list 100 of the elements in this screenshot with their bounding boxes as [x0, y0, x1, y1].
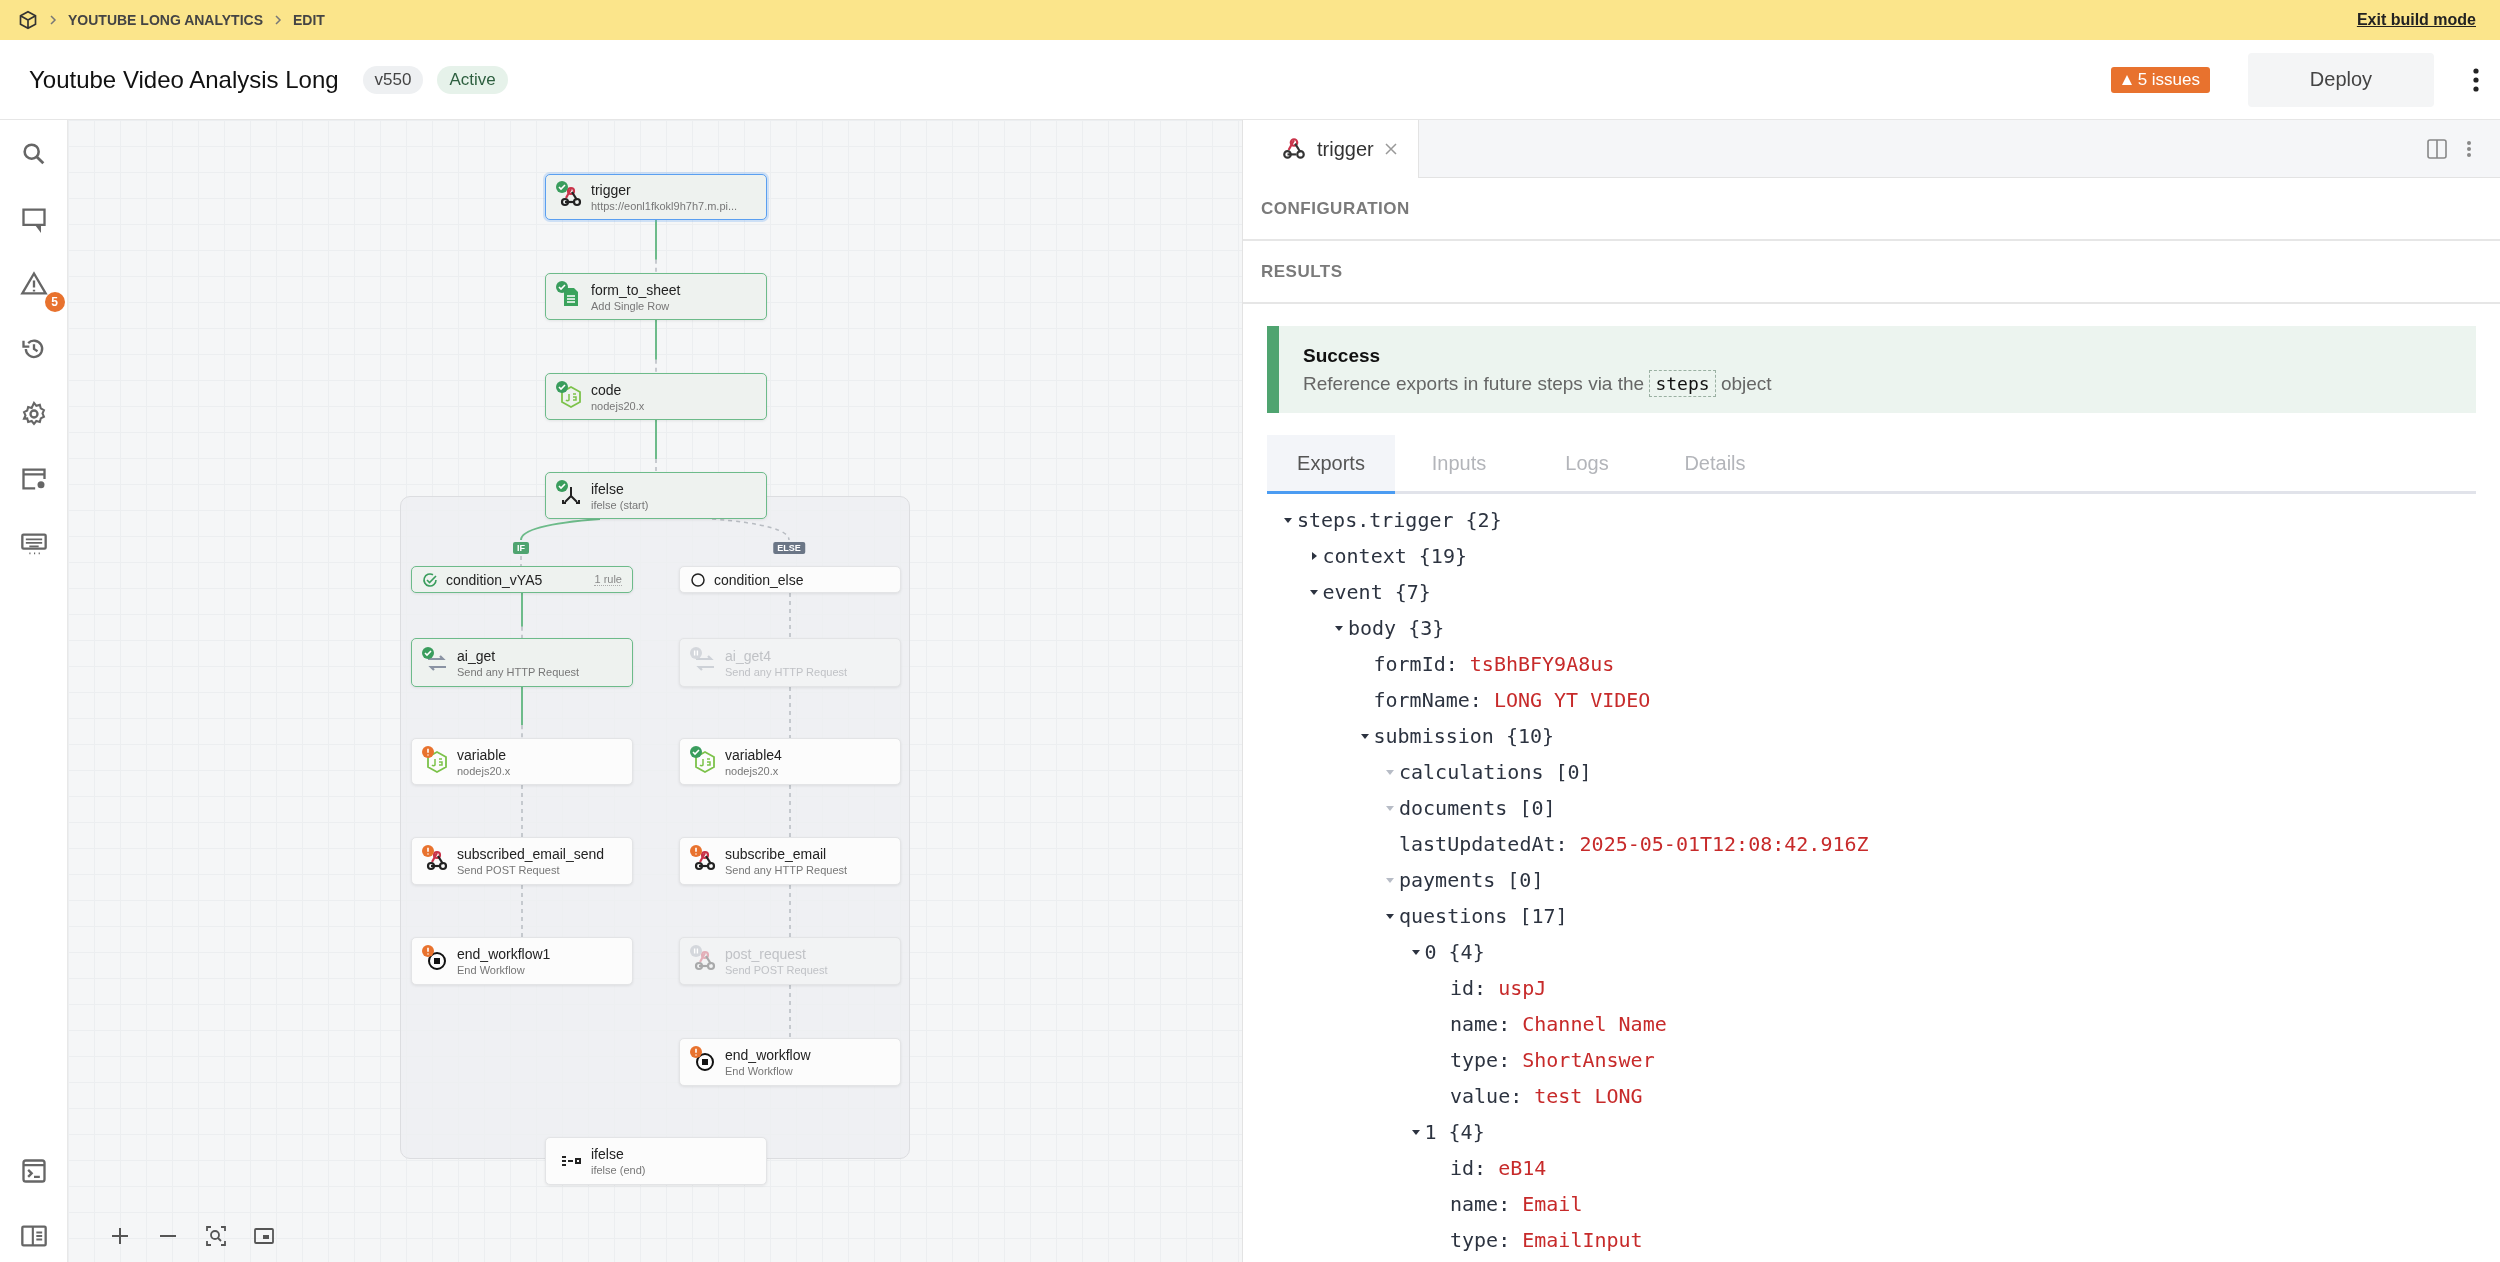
workflow-step[interactable]: end_workflow End Workflow: [679, 1038, 901, 1086]
connector-line: [521, 884, 523, 938]
step-name: end_workflow1: [457, 946, 551, 962]
connector-line: [789, 884, 791, 938]
branch-label: ELSE: [773, 542, 805, 554]
stop-icon: [425, 949, 449, 973]
step-subtitle: End Workflow: [725, 1065, 794, 1077]
item-count: {4}: [1448, 940, 1485, 964]
cube-icon[interactable]: [18, 10, 38, 30]
alert-title: Success: [1303, 344, 1382, 367]
tree-key: type:: [1450, 1048, 1511, 1072]
caret-down-icon[interactable]: [1410, 947, 1421, 957]
tree-key: formId:: [1373, 652, 1458, 676]
workflow-step[interactable]: variable nodejs20.x: [411, 738, 633, 785]
step-name: variable: [457, 746, 508, 763]
section-header[interactable]: CONFIGURATION: [1243, 178, 2500, 241]
tree-value: eB14: [1498, 1156, 1547, 1180]
step-name: form_to_sheet: [591, 281, 681, 298]
workflow-step[interactable]: ifelse ifelse (end): [545, 1137, 767, 1185]
count-badge: 5: [44, 292, 65, 312]
tree-key: submission: [1373, 724, 1494, 748]
webhook-icon: [425, 849, 449, 873]
terminal-icon[interactable]: [19, 1157, 48, 1185]
caret-down-icon[interactable]: [1359, 731, 1370, 741]
webhook-icon: [559, 185, 583, 209]
item-count: {3}: [1408, 616, 1445, 640]
tree-key: body: [1348, 616, 1397, 640]
caret-down-icon[interactable]: [1410, 1127, 1421, 1137]
connector-line: [789, 784, 791, 838]
breadcrumb-item[interactable]: YOUTUBE LONG ANALYTICS: [68, 12, 263, 28]
item-count: {10}: [1505, 724, 1555, 748]
step-name: end_workflow: [725, 1047, 811, 1063]
caret-down-icon[interactable]: [1385, 911, 1395, 921]
alert-message: Reference exports in future steps via the steps object: [1303, 372, 2476, 395]
workflow-step[interactable]: ai_get Send any HTTP Request: [411, 638, 633, 687]
step-subtitle: Send any HTTP Request: [725, 864, 848, 876]
item-count: {4}: [1448, 1120, 1485, 1144]
workflow-step[interactable]: form_to_sheet Add Single Row: [545, 273, 767, 320]
split-view-icon[interactable]: [2426, 137, 2448, 160]
condition-node[interactable]: condition_else: [679, 566, 901, 593]
item-count: {2}: [1465, 508, 1502, 532]
step-subtitle: nodejs20.x: [725, 764, 780, 777]
tree-key: 1: [1424, 1120, 1437, 1144]
hexagon-icon: [425, 749, 449, 774]
close-icon[interactable]: [1383, 142, 1398, 156]
workflow-step[interactable]: end_workflow1 End Workflow: [411, 937, 633, 985]
tree-key: id:: [1450, 976, 1487, 1000]
connector-line: [655, 319, 657, 374]
result-tab[interactable]: Exports: [1267, 435, 1395, 494]
workflow-step[interactable]: ifelse ifelse (start): [545, 472, 767, 519]
step-subtitle: Send any HTTP Request: [457, 665, 580, 678]
workflow-step[interactable]: subscribe_email Send any HTTP Request: [679, 837, 901, 885]
connector-line: [789, 984, 791, 1039]
warning-icon[interactable]: [19, 270, 48, 298]
version-tag: v550: [362, 65, 424, 94]
tree-key: calculations: [1399, 760, 1544, 784]
workflow-title: Youtube Video Analysis Long: [29, 65, 339, 94]
workflow-step[interactable]: code nodejs20.x: [545, 373, 767, 420]
tree-key: questions: [1399, 904, 1508, 928]
breadcrumb-item[interactable]: EDIT: [293, 12, 325, 28]
chevron-icon: [48, 14, 58, 26]
more-icon[interactable]: [2472, 66, 2480, 93]
condition-node[interactable]: condition_vYA5 1 rule: [411, 566, 633, 593]
webhook-icon: [1281, 136, 1307, 162]
step-name: subscribed_email_send: [457, 846, 605, 862]
deploy-button[interactable]: Deploy: [2248, 52, 2434, 107]
tree-key: name:: [1450, 1192, 1511, 1216]
webhook-icon: [693, 849, 717, 873]
branch-label: IF: [513, 542, 529, 554]
connector-line: [789, 592, 791, 639]
tree-value: test LONG: [1534, 1084, 1643, 1108]
tree-key: type:: [1450, 1228, 1511, 1252]
workflow-step[interactable]: subscribed_email_send Send POST Request: [411, 837, 633, 885]
item-count: [0]: [1519, 796, 1556, 820]
workflow-step[interactable]: trigger https://eonl1fkokl9h7h7.m.pi...: [545, 174, 767, 220]
step-subtitle: Send POST Request: [457, 864, 561, 876]
stop-icon: [693, 1050, 717, 1074]
connector-line: [521, 686, 523, 739]
section-header[interactable]: RESULTS: [1243, 241, 2500, 304]
webhook-icon: [693, 949, 717, 973]
step-name: ifelse: [591, 1146, 625, 1162]
item-count: [0]: [1555, 760, 1592, 784]
step-name: ai_get: [457, 647, 497, 664]
connector-line: [521, 592, 523, 639]
fit-view-icon[interactable]: [204, 1224, 228, 1248]
step-subtitle: ifelse (start): [591, 498, 649, 511]
caret-down-icon[interactable]: [1308, 587, 1319, 597]
tree-key: 0: [1424, 940, 1437, 964]
condition-name: condition_vYA5: [446, 571, 543, 588]
step-subtitle: ifelse (end): [591, 1164, 646, 1176]
caret-down-icon[interactable]: [1283, 515, 1293, 525]
tree-value: Email: [1522, 1192, 1583, 1216]
step-name: subscribe_email: [725, 846, 828, 862]
caret-down-icon[interactable]: [1334, 623, 1344, 633]
panel-tab[interactable]: trigger: [1243, 120, 1419, 178]
tree-value: 2025-05-01T12:08:42.916Z: [1579, 832, 1869, 856]
exit-link[interactable]: Exit build mode: [2356, 11, 2476, 29]
workflow-step[interactable]: variable4 nodejs20.x: [679, 738, 901, 785]
step-name: code: [591, 381, 623, 398]
tree-key: name:: [1450, 1012, 1511, 1036]
